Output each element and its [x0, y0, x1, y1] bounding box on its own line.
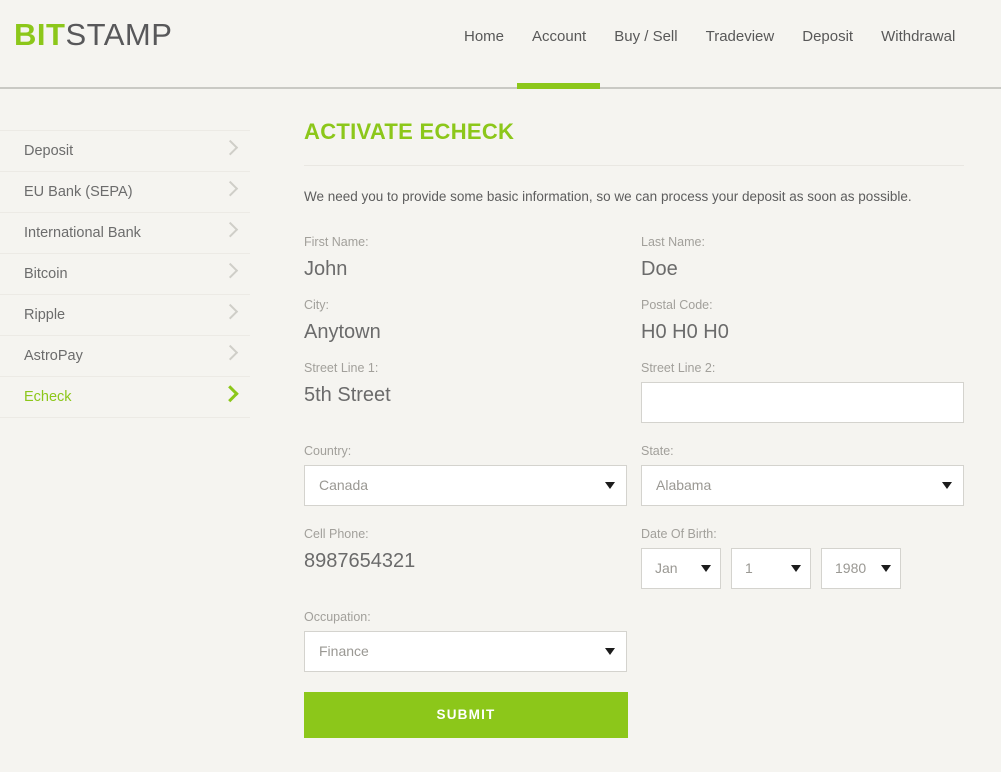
- city-field-group: City: Anytown: [304, 297, 627, 346]
- chevron-right-icon: [222, 344, 239, 361]
- occupation-row: Occupation: Finance: [304, 609, 964, 672]
- sidebar-item-ripple[interactable]: Ripple: [0, 295, 250, 336]
- date-of-birth-selects: Jan 1 1980: [641, 542, 964, 589]
- sidebar-item-label: International Bank: [24, 225, 141, 241]
- last-name-label: Last Name:: [641, 234, 705, 249]
- nav-item-home[interactable]: Home: [450, 27, 518, 47]
- chevron-right-icon: [222, 303, 239, 320]
- sidebar-item-label: Echeck: [24, 389, 72, 405]
- country-state-row: Country: Canada State: Alabama: [304, 443, 964, 506]
- site-header: BITSTAMP Home Account Buy / Sell Tradevi…: [0, 0, 1001, 89]
- sidebar-item-label: Bitcoin: [24, 266, 68, 282]
- street-row: Street Line 1: 5th Street Street Line 2:: [304, 360, 964, 423]
- chevron-down-icon: [791, 565, 801, 572]
- title-divider: [304, 165, 964, 166]
- occupation-label: Occupation:: [304, 609, 371, 624]
- dob-day-value: 1: [745, 560, 753, 576]
- state-selected-value: Alabama: [656, 477, 712, 493]
- chevron-right-icon: [222, 262, 239, 279]
- occupation-selected-value: Finance: [319, 643, 369, 659]
- country-select[interactable]: Canada: [304, 464, 627, 506]
- postal-code-field-group: Postal Code: H0 H0 H0: [641, 297, 964, 346]
- dob-year-select[interactable]: 1980: [821, 547, 901, 589]
- first-name-label: First Name:: [304, 234, 369, 249]
- sidebar-item-label: Ripple: [24, 307, 66, 323]
- chevron-right-icon: [222, 221, 239, 238]
- page-body: Deposit EU Bank (SEPA) International Ban…: [0, 89, 1001, 772]
- street-line-1-label: Street Line 1:: [304, 360, 379, 375]
- cell-phone-field-group: Cell Phone: 8987654321: [304, 526, 627, 589]
- chevron-down-icon: [605, 482, 615, 489]
- occupation-field-group: Occupation: Finance: [304, 609, 627, 672]
- phone-dob-row: Cell Phone: 8987654321 Date Of Birth: Ja…: [304, 526, 964, 589]
- chevron-down-icon: [605, 648, 615, 655]
- logo-bit-text: BIT: [14, 17, 66, 52]
- dob-month-select[interactable]: Jan: [641, 547, 721, 589]
- sidebar-item-deposit[interactable]: Deposit: [0, 130, 250, 172]
- sidebar-item-label: Deposit: [24, 143, 74, 159]
- dob-year-value: 1980: [835, 560, 867, 576]
- state-label: State:: [641, 443, 674, 458]
- first-name-field-group: First Name: John: [304, 234, 627, 283]
- intro-text: We need you to provide some basic inform…: [304, 189, 912, 204]
- nav-item-deposit[interactable]: Deposit: [788, 27, 867, 47]
- last-name-value: Doe: [641, 257, 678, 280]
- state-select[interactable]: Alabama: [641, 464, 964, 506]
- sidebar-item-bitcoin[interactable]: Bitcoin: [0, 254, 250, 295]
- country-label: Country:: [304, 443, 352, 458]
- chevron-down-icon: [701, 565, 711, 572]
- street-line-2-field-group: Street Line 2:: [641, 360, 964, 423]
- date-of-birth-field-group: Date Of Birth: Jan 1 1980: [641, 526, 964, 589]
- state-field-group: State: Alabama: [641, 443, 964, 506]
- postal-code-label: Postal Code:: [641, 297, 713, 312]
- street-line-1-value: 5th Street: [304, 383, 391, 406]
- sidebar-item-echeck[interactable]: Echeck: [0, 377, 250, 418]
- chevron-right-icon: [221, 385, 239, 403]
- street-line-2-input[interactable]: [641, 381, 964, 423]
- occupation-row-spacer: [641, 609, 964, 672]
- dob-day-select[interactable]: 1: [731, 547, 811, 589]
- last-name-field-group: Last Name: Doe: [641, 234, 964, 283]
- chevron-down-icon: [881, 565, 891, 572]
- name-row: First Name: John Last Name: Doe: [304, 234, 964, 283]
- main-navigation: Home Account Buy / Sell Tradeview Deposi…: [450, 27, 969, 47]
- occupation-select[interactable]: Finance: [304, 630, 627, 672]
- dob-month-value: Jan: [655, 560, 678, 576]
- bitstamp-logo[interactable]: BITSTAMP: [14, 19, 172, 50]
- country-field-group: Country: Canada: [304, 443, 627, 506]
- city-postal-row: City: Anytown Postal Code: H0 H0 H0: [304, 297, 964, 346]
- main-content: ACTIVATE ECHECK We need you to provide s…: [304, 89, 964, 738]
- chevron-right-icon: [222, 180, 239, 197]
- cell-phone-value: 8987654321: [304, 549, 416, 572]
- nav-item-account[interactable]: Account: [518, 27, 600, 47]
- sidebar-item-label: EU Bank (SEPA): [24, 184, 133, 200]
- nav-item-withdrawal[interactable]: Withdrawal: [867, 27, 969, 47]
- nav-item-tradeview[interactable]: Tradeview: [692, 27, 789, 47]
- first-name-value: John: [304, 257, 348, 280]
- city-value: Anytown: [304, 320, 381, 343]
- logo-stamp-text: STAMP: [65, 17, 173, 52]
- page-title: ACTIVATE ECHECK: [304, 119, 515, 144]
- sidebar-item-astropay[interactable]: AstroPay: [0, 336, 250, 377]
- chevron-right-icon: [222, 139, 239, 156]
- sidebar-item-label: AstroPay: [24, 348, 83, 364]
- chevron-down-icon: [942, 482, 952, 489]
- city-label: City:: [304, 297, 329, 312]
- street-line-1-field-group: Street Line 1: 5th Street: [304, 360, 627, 423]
- submit-button[interactable]: SUBMIT: [304, 691, 628, 738]
- street-line-2-label: Street Line 2:: [641, 360, 716, 375]
- nav-item-buy-sell[interactable]: Buy / Sell: [600, 27, 691, 47]
- country-selected-value: Canada: [319, 477, 369, 493]
- deposit-methods-sidebar: Deposit EU Bank (SEPA) International Ban…: [0, 130, 250, 418]
- cell-phone-label: Cell Phone:: [304, 526, 369, 541]
- postal-code-value: H0 H0 H0: [641, 320, 729, 343]
- date-of-birth-label: Date Of Birth:: [641, 526, 717, 541]
- sidebar-item-eu-bank-sepa[interactable]: EU Bank (SEPA): [0, 172, 250, 213]
- sidebar-item-international-bank[interactable]: International Bank: [0, 213, 250, 254]
